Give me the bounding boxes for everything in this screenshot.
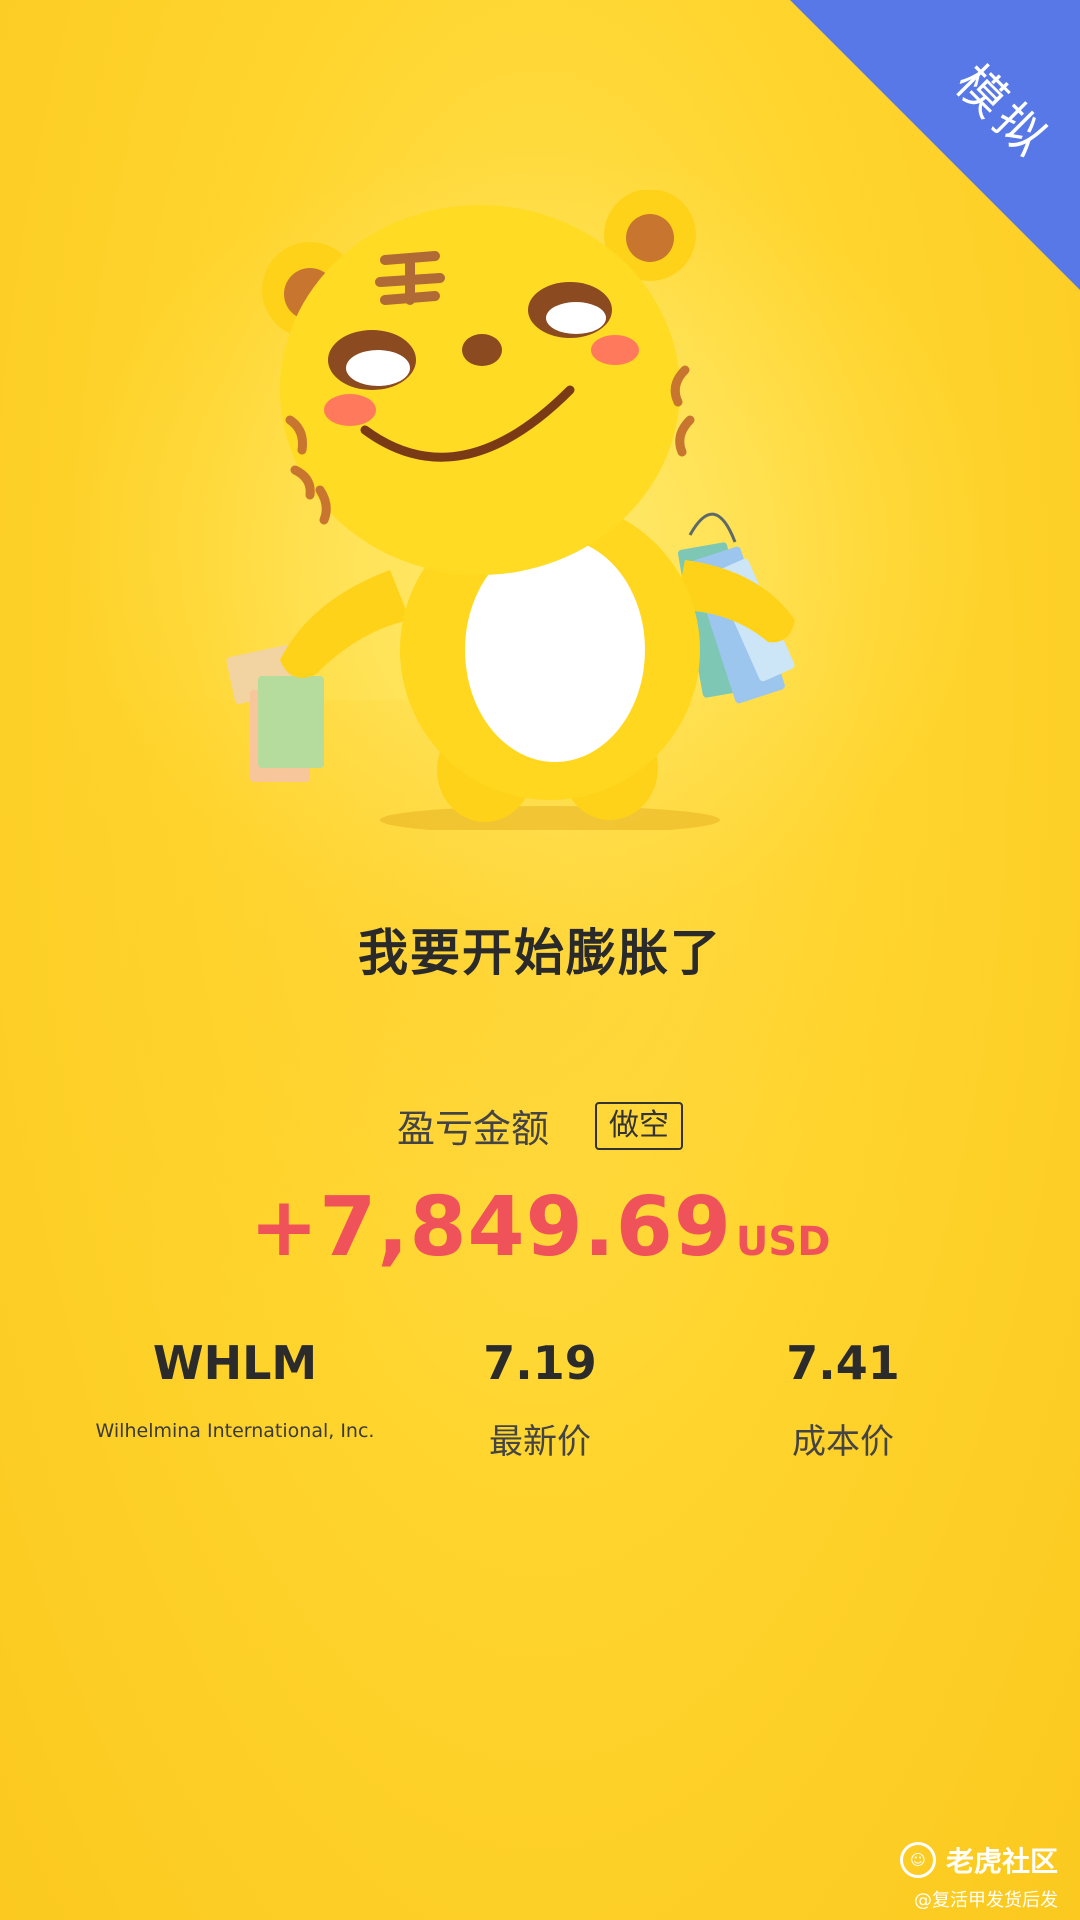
position-direction-badge: 做空 — [595, 1101, 683, 1150]
pnl-currency: USD — [735, 1219, 831, 1265]
cost-price-value: 7.41 — [786, 1336, 900, 1390]
pnl-header: 盈亏金额 做空 — [0, 1098, 1080, 1153]
tiger-logo-icon: ☺ — [899, 1842, 936, 1878]
ticker-symbol: WHLM — [152, 1336, 318, 1390]
latest-price-value: 7.19 — [483, 1336, 597, 1390]
tiger-mascot-illustration — [226, 190, 795, 830]
cost-price-label: 成本价 — [792, 1422, 894, 1462]
headline: 我要开始膨胀了 — [358, 924, 722, 982]
pnl-label: 盈亏金额 — [396, 1107, 549, 1151]
watermark-user: @复活甲发货后发 — [914, 1890, 1058, 1911]
watermark-brand: 老虎社区 — [945, 1845, 1058, 1878]
community-watermark: ☺ 老虎社区 @复活甲发货后发 — [899, 1840, 1058, 1912]
pnl-amount: +7,849.69 — [249, 1180, 732, 1275]
pnl-amount-row: +7,849.69 USD — [0, 1180, 1080, 1275]
stat-latest-price: 7.19 最新价 — [380, 1336, 700, 1463]
stat-cost-price: 7.41 成本价 — [683, 1336, 1003, 1463]
latest-price-label: 最新价 — [489, 1422, 591, 1462]
company-name: Wilhelmina International, Inc. — [95, 1420, 375, 1442]
stat-symbol: WHLM Wilhelmina International, Inc. — [75, 1336, 395, 1442]
